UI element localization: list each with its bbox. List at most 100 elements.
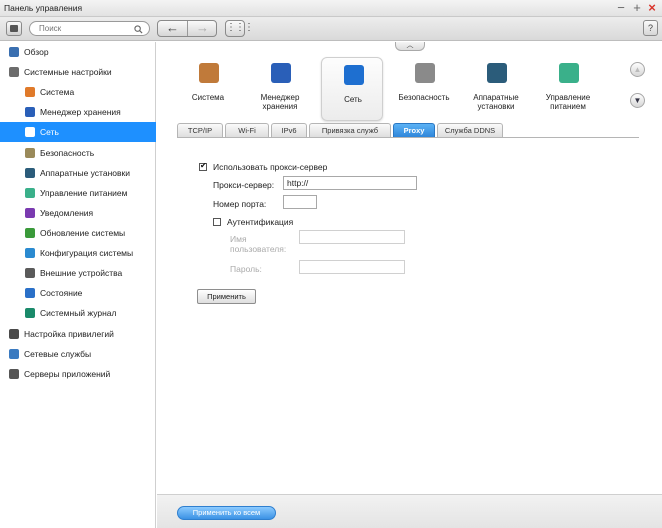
system-icon xyxy=(25,87,35,97)
search-input[interactable] xyxy=(39,23,134,34)
sidebar-item[interactable]: Серверы приложений xyxy=(0,364,156,384)
sidebar-item[interactable]: Сеть xyxy=(0,122,156,142)
window-title: Панель управления xyxy=(4,3,83,13)
sidebar-item-label: Обзор xyxy=(24,47,49,57)
sidebar-item-label: Состояние xyxy=(40,288,83,298)
password-input[interactable] xyxy=(299,260,405,274)
tab-ipv6[interactable]: IPv6 xyxy=(271,123,307,137)
sidebar-item-label: Управление питанием xyxy=(40,188,128,198)
password-label: Пароль: xyxy=(230,264,262,274)
tab-tcp-ip[interactable]: TCP/IP xyxy=(177,123,223,137)
category-label: Система xyxy=(191,93,225,102)
grid-view-icon[interactable]: ⋮⋮⋮ xyxy=(225,20,254,37)
back-arrow-icon[interactable]: ← xyxy=(158,21,187,36)
sidebar-item-label: Система xyxy=(40,87,75,97)
app-server-icon xyxy=(9,369,19,379)
port-label: Номер порта: xyxy=(213,199,267,209)
user-icon xyxy=(9,329,19,339)
sidebar-item[interactable]: Конфигурация системы xyxy=(0,243,156,263)
tab-wi-fi[interactable]: Wi-Fi xyxy=(225,123,269,137)
system-icon xyxy=(199,63,219,83)
sidebar-item-label: Настройка привилегий xyxy=(24,329,114,339)
sidebar-item[interactable]: Внешние устройства xyxy=(0,263,156,283)
sidebar-item-label: Системный журнал xyxy=(40,308,117,318)
maximize-icon[interactable]: + xyxy=(631,0,643,15)
port-input[interactable] xyxy=(283,195,317,209)
sidebar-item[interactable]: Системный журнал xyxy=(0,303,156,323)
tab-служба-ddns[interactable]: Служба DDNS xyxy=(437,123,503,137)
use-proxy-checkbox[interactable] xyxy=(199,161,207,171)
search-icon[interactable] xyxy=(134,22,143,36)
category-storage[interactable]: Менеджер хранения xyxy=(249,56,311,118)
tab-proxy[interactable]: Proxy xyxy=(393,123,435,137)
sidebar-item-label: Внешние устройства xyxy=(40,268,123,278)
sidebar-item-label: Аппаратные установки xyxy=(40,168,130,178)
category-system[interactable]: Система xyxy=(177,56,239,118)
category-label: Безопасность xyxy=(398,93,450,102)
username-label-line1: Имя xyxy=(230,234,247,244)
sidebar-item[interactable]: Состояние xyxy=(0,283,156,303)
help-button[interactable]: ? xyxy=(643,20,658,36)
search-box[interactable] xyxy=(29,21,150,36)
proxy-server-input[interactable] xyxy=(283,176,417,190)
storage-icon xyxy=(271,63,291,83)
device-icon xyxy=(25,268,35,278)
close-icon[interactable]: × xyxy=(646,0,658,15)
category-label: Сеть xyxy=(344,95,362,104)
menu-toggle-button[interactable] xyxy=(6,21,22,36)
sidebar: Обзор Системные настройки Система Менеджер … xyxy=(0,42,156,528)
sidebar-item-label: Безопасность xyxy=(40,148,95,158)
sidebar-item[interactable]: Обновление системы xyxy=(0,223,156,243)
tab-привязка-служб[interactable]: Привязка служб xyxy=(309,123,391,137)
hardware-icon xyxy=(25,168,35,178)
sidebar-item[interactable]: Уведомления xyxy=(0,203,156,223)
category-power[interactable]: Управление питанием xyxy=(537,56,599,118)
scroll-down-icon[interactable]: ▼ xyxy=(630,93,645,108)
toolbar: ← → ⋮⋮⋮ ? xyxy=(0,17,662,41)
sidebar-item-label: Серверы приложений xyxy=(24,369,111,379)
network-icon xyxy=(25,127,35,137)
authentication-label: Аутентификация xyxy=(227,217,294,227)
category-network[interactable]: Сеть xyxy=(321,57,383,121)
category-lock[interactable]: Безопасность xyxy=(393,56,455,118)
sidebar-item-label: Уведомления xyxy=(40,208,94,218)
sidebar-item[interactable]: Аппаратные установки xyxy=(0,163,156,183)
monitor-icon xyxy=(25,288,35,298)
overview-icon xyxy=(9,47,19,57)
sidebar-item[interactable]: Управление питанием xyxy=(0,183,156,203)
main-panel: ︿ Система Менеджер хранения Сеть Безопаснос… xyxy=(157,42,662,494)
sidebar-item-label: Менеджер хранения xyxy=(40,107,121,117)
sidebar-item-label: Сетевые службы xyxy=(24,349,92,359)
scroll-up-icon[interactable]: ▲ xyxy=(630,62,645,77)
update-icon xyxy=(25,228,35,238)
sidebar-item[interactable]: Сетевые службы xyxy=(0,344,156,364)
config-icon xyxy=(25,248,35,258)
forward-arrow-icon[interactable]: → xyxy=(188,21,217,36)
minimize-icon[interactable]: − xyxy=(615,0,627,15)
category-hardware[interactable]: Аппаратные установки xyxy=(465,56,527,118)
sidebar-item-label: Системные настройки xyxy=(24,67,112,77)
gear-icon xyxy=(9,67,19,77)
notification-icon xyxy=(25,208,35,218)
sidebar-item-label: Обновление системы xyxy=(40,228,126,238)
log-icon xyxy=(25,308,35,318)
sidebar-item[interactable]: Безопасность xyxy=(0,143,156,163)
lock-icon xyxy=(415,63,435,83)
sidebar-item[interactable]: Обзор xyxy=(0,42,156,62)
authentication-checkbox[interactable] xyxy=(213,218,221,226)
power-icon xyxy=(559,63,579,83)
sidebar-item[interactable]: Система xyxy=(0,82,156,102)
network-services-icon xyxy=(9,349,19,359)
sidebar-item[interactable]: Настройка привилегий xyxy=(0,324,156,344)
hardware-icon xyxy=(487,63,507,83)
lock-icon xyxy=(25,148,35,158)
sidebar-item[interactable]: Менеджер хранения xyxy=(0,102,156,122)
apply-button[interactable]: Применить xyxy=(197,289,256,304)
use-proxy-label: Использовать прокси-сервер xyxy=(213,162,328,172)
tab-divider xyxy=(177,137,639,138)
sidebar-item[interactable]: Системные настройки xyxy=(0,62,156,82)
collapse-toggle-icon[interactable]: ︿ xyxy=(395,42,425,51)
username-input[interactable] xyxy=(299,230,405,244)
apply-to-all-button[interactable]: Применить ко всем xyxy=(177,506,276,520)
category-label: Менеджер хранения xyxy=(260,93,300,111)
